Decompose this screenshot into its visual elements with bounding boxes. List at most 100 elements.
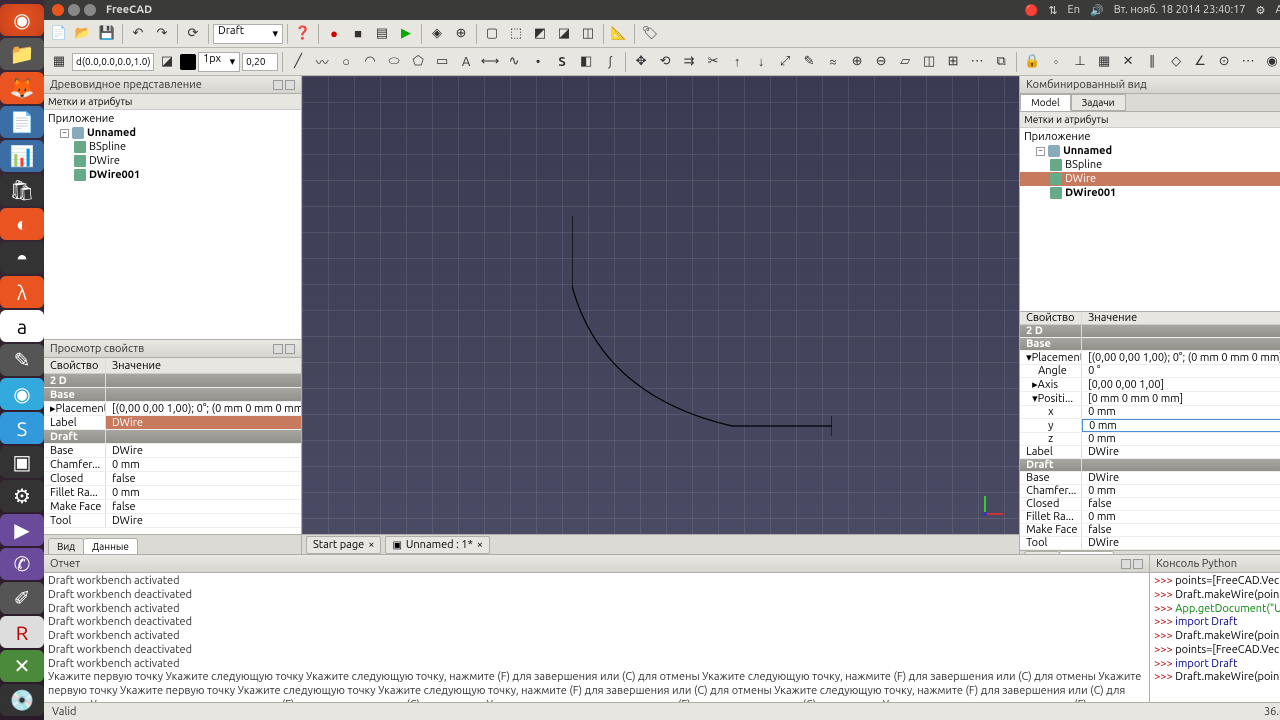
minimize-icon[interactable] [68, 4, 80, 16]
disk-icon[interactable]: 💿 [0, 684, 44, 716]
macro-list-icon[interactable]: ▤ [371, 23, 393, 45]
close-panel-icon[interactable] [285, 344, 295, 354]
tree-app-root[interactable]: Приложение [44, 112, 301, 126]
redo-icon[interactable]: ↷ [151, 23, 173, 45]
line-icon[interactable]: ╱ [287, 51, 309, 73]
tab-tasks[interactable]: Задачи [1071, 94, 1126, 111]
tree-doc[interactable]: −Unnamed [44, 126, 301, 140]
whatsthis-icon[interactable]: ❓ [292, 23, 314, 45]
username[interactable]: AndrewAnswer [1275, 4, 1280, 16]
tab-model[interactable]: Model [1020, 94, 1071, 111]
prop-base[interactable]: BaseDWire [44, 444, 301, 458]
tree-item-dwire[interactable]: DWire [1020, 172, 1280, 186]
ubuntu-icon[interactable]: ◐ [0, 208, 44, 240]
property-view[interactable]: СвойствоЗначение 2 D Base ▸ Placement[(0… [44, 358, 301, 554]
app-icon[interactable]: ✎ [0, 344, 44, 376]
polygon-icon[interactable]: ⬠ [407, 51, 429, 73]
workbench-select[interactable]: Draft [213, 24, 283, 44]
tree-app-root[interactable]: Приложение [1020, 130, 1280, 144]
snap-ang-icon[interactable]: ∠ [1189, 51, 1211, 73]
tree-item-dwire001[interactable]: DWire001 [1020, 186, 1280, 200]
prop-chamfer[interactable]: Chamfer...0 mm [44, 458, 301, 472]
draft2sketch-icon[interactable]: ◫ [918, 51, 940, 73]
bspline-icon[interactable]: ∿ [503, 51, 525, 73]
shape2d-icon[interactable]: ▱ [894, 51, 916, 73]
hl-icon[interactable]: λ [0, 276, 44, 308]
measure-icon[interactable]: 📐 [608, 23, 630, 45]
lang-indicator[interactable]: En [1068, 4, 1080, 16]
box-icon[interactable]: ▢ [481, 23, 503, 45]
prop-tool[interactable]: ToolDWire [1020, 537, 1280, 550]
viber-icon[interactable]: ✆ [0, 548, 44, 580]
upgrade-icon[interactable]: ↑ [726, 51, 748, 73]
facebinder-icon[interactable]: ◧ [575, 51, 597, 73]
prop-placement[interactable]: ▸ Placement[(0,00 0,00 1,00); 0°; (0 mm … [44, 402, 301, 416]
snap-grid-icon[interactable]: ▦ [1093, 51, 1115, 73]
bt-indicator[interactable]: ⇅ [1048, 4, 1057, 17]
prop-base[interactable]: BaseDWire [1020, 472, 1280, 485]
refresh-icon[interactable]: ⟳ [182, 23, 204, 45]
freecad-icon[interactable]: R [0, 616, 44, 648]
view-icon[interactable]: ⊕ [450, 23, 472, 45]
datetime[interactable]: Вт. нояб. 18 2014 23:40:17 [1114, 4, 1246, 16]
float-icon[interactable] [273, 344, 283, 354]
tab-view[interactable]: Вид [48, 538, 84, 554]
tree-item-dwire[interactable]: DWire [44, 154, 301, 168]
rect-icon[interactable]: ▭ [431, 51, 453, 73]
snap-near-icon[interactable]: ◉ [1261, 51, 1280, 73]
move-icon[interactable]: ✥ [630, 51, 652, 73]
snap-par-icon[interactable]: ∥ [1141, 51, 1163, 73]
open-icon[interactable]: 📂 [72, 23, 94, 45]
prop-label[interactable]: LabelDWire [1020, 446, 1280, 459]
prop-closed[interactable]: Closedfalse [1020, 498, 1280, 511]
tree-item-bspline[interactable]: BSpline [1020, 158, 1280, 172]
close-icon[interactable]: × [368, 539, 374, 551]
close-icon[interactable]: × [477, 539, 483, 551]
calc-icon[interactable]: 📊 [0, 140, 44, 172]
macro-play-icon[interactable]: ▶ [395, 23, 417, 45]
save-icon[interactable]: 💾 [96, 23, 118, 45]
volume-indicator[interactable]: 🔊 [1090, 4, 1104, 17]
linewidth-select[interactable]: 1px [198, 52, 240, 72]
tree-view[interactable]: Метки и атрибуты Приложение −Unnamed BSp… [44, 94, 301, 340]
tab-data[interactable]: Данные [83, 538, 138, 554]
combo-tree[interactable]: Метки и атрибуты Приложение −Unnamed BSp… [1020, 112, 1280, 312]
terminal-icon[interactable]: ▣ [0, 446, 44, 478]
prop-x[interactable]: x0 mm [1020, 406, 1280, 419]
python-body[interactable]: >>> points=[FreeCAD.Vector(5.0, >>> Draf… [1150, 573, 1280, 702]
bezier-icon[interactable]: ∫ [599, 51, 621, 73]
3d-viewport[interactable] [302, 76, 1019, 534]
prop-placement[interactable]: ▾ Placement[(0,00 0,00 1,00); 0°; (0 mm … [1020, 351, 1280, 365]
software-icon[interactable]: 🛍 [0, 174, 44, 206]
tab-unnamed[interactable]: ▣ Unnamed : 1*× [385, 536, 490, 554]
writer-icon[interactable]: 📄 [0, 106, 44, 138]
prop-y[interactable]: y0 mm [1020, 419, 1280, 433]
snap-ctr-icon[interactable]: ⊙ [1213, 51, 1235, 73]
user-icon[interactable]: ⚙ [1256, 4, 1266, 17]
files-icon[interactable]: 📁 [0, 38, 44, 70]
prop-position[interactable]: ▾ Positi...[0 mm 0 mm 0 mm] [1020, 392, 1280, 406]
prop-z[interactable]: z0 mm [1020, 433, 1280, 446]
edit-icon[interactable]: ✎ [798, 51, 820, 73]
editor-icon[interactable]: ✐ [0, 582, 44, 614]
wire2bspline-icon[interactable]: ≈ [822, 51, 844, 73]
plane-input[interactable] [72, 53, 154, 71]
app2-icon[interactable]: ✕ [0, 650, 44, 682]
text-icon[interactable]: A [455, 51, 477, 73]
array-icon[interactable]: ⊞ [942, 51, 964, 73]
combo-property-view[interactable]: СвойствоЗначение 2 D Base ▾ Placement[(0… [1020, 312, 1280, 554]
snap-int-icon[interactable]: ✕ [1117, 51, 1139, 73]
wire-icon[interactable]: 〰 [311, 51, 333, 73]
float-icon[interactable] [273, 80, 283, 90]
report-body[interactable]: Draft workbench activated Draft workbenc… [44, 573, 1149, 702]
downgrade-icon[interactable]: ↓ [750, 51, 772, 73]
prop-makeface[interactable]: Make Facefalse [44, 500, 301, 514]
close-icon[interactable] [52, 4, 64, 16]
shapestring-icon[interactable]: S [551, 51, 573, 73]
cut-icon[interactable]: ◩ [529, 23, 551, 45]
fuse-icon[interactable]: ◪ [553, 23, 575, 45]
prop-fillet[interactable]: Fillet Ra...0 mm [44, 486, 301, 500]
close-panel-icon[interactable] [1133, 559, 1143, 569]
tag-icon[interactable]: 🏷 [639, 23, 661, 45]
tree-item-dwire001[interactable]: DWire001 [44, 168, 301, 182]
